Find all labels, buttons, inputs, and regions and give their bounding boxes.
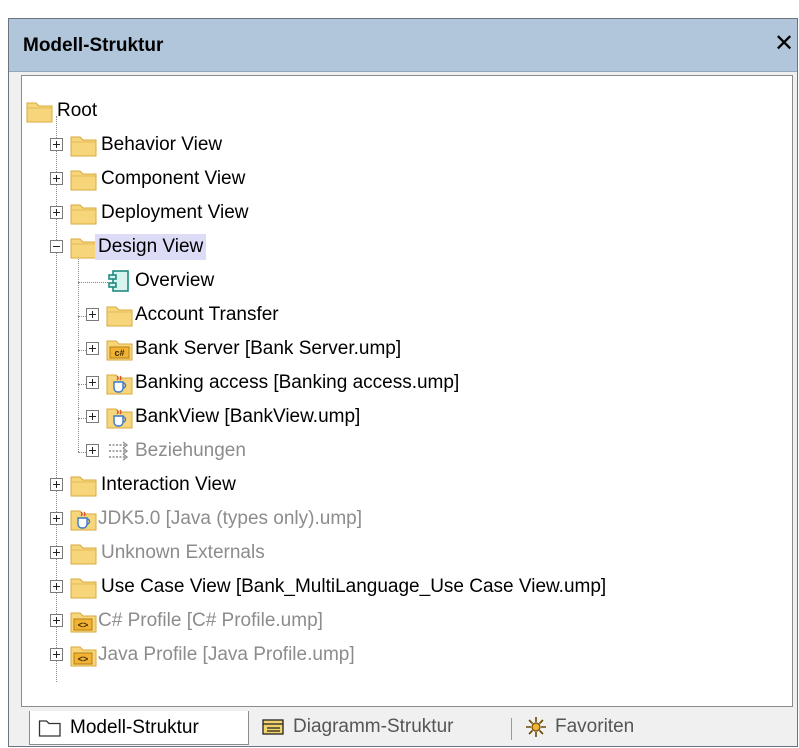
folder-icon <box>26 99 53 123</box>
tree-node-account-transfer[interactable]: Account Transfer <box>22 300 792 330</box>
collapse-icon[interactable] <box>50 240 63 253</box>
panel-title: Modell-Struktur <box>23 35 164 56</box>
tree-node-root[interactable]: Root <box>22 96 792 126</box>
expand-icon[interactable] <box>50 206 63 219</box>
close-icon[interactable]: ✕ <box>773 30 795 58</box>
tree-node-component-view[interactable]: Component View <box>22 164 792 194</box>
expand-icon[interactable] <box>86 376 99 389</box>
tree-node-label: Bank Server [Bank Server.ump] <box>135 338 402 359</box>
panel-titlebar: Modell-Struktur ✕ <box>9 19 797 72</box>
folder-icon <box>70 575 97 599</box>
tree-node-banking-access[interactable]: Banking access [Banking access.ump] <box>22 368 792 398</box>
tree-node-label: Design View <box>95 234 207 260</box>
tree-node-bank-server[interactable]: Bank Server [Bank Server.ump] <box>22 334 792 364</box>
java-package-icon <box>70 507 97 531</box>
component-diagram-icon <box>106 269 133 293</box>
tree-node-label: Banking access [Banking access.ump] <box>135 372 460 393</box>
tree-node-label: Interaction View <box>101 474 236 495</box>
model-tree-window: Modell-Struktur ✕ Root Behavior View Com… <box>8 18 798 747</box>
expand-icon[interactable] <box>50 512 63 525</box>
profile-package-icon <box>70 643 97 667</box>
folder-icon <box>70 133 97 157</box>
tree-node-csharp-profile[interactable]: C# Profile [C# Profile.ump] <box>22 606 792 636</box>
expand-icon[interactable] <box>86 308 99 321</box>
tree-node-beziehungen[interactable]: Beziehungen <box>22 436 792 466</box>
folder-icon <box>70 235 97 259</box>
tree-node-label: C# Profile [C# Profile.ump] <box>98 610 323 631</box>
tab-label: Modell-Struktur <box>70 716 199 738</box>
folder-outline-icon <box>38 719 61 737</box>
tab-label: Favoriten <box>555 716 635 737</box>
tree-node-label: Use Case View [Bank_MultiLanguage_Use Ca… <box>101 576 607 597</box>
tree-node-java-profile[interactable]: Java Profile [Java Profile.ump] <box>22 640 792 670</box>
java-package-icon <box>106 405 133 429</box>
tree-node-bankview[interactable]: BankView [BankView.ump] <box>22 402 792 432</box>
tree-node-overview[interactable]: Overview <box>22 266 792 296</box>
expand-icon[interactable] <box>50 614 63 627</box>
model-tree[interactable]: Root Behavior View Component View Deploy… <box>21 75 793 707</box>
tree-node-label: Overview <box>135 270 215 291</box>
folder-icon <box>70 541 97 565</box>
expand-icon[interactable] <box>50 546 63 559</box>
tree-node-design-view[interactable]: Design View <box>22 232 792 262</box>
tab-favoriten[interactable]: Favoriten <box>517 711 667 743</box>
expand-icon[interactable] <box>50 648 63 661</box>
folder-icon <box>70 167 97 191</box>
expand-icon[interactable] <box>86 342 99 355</box>
tree-node-jdk[interactable]: JDK5.0 [Java (types only).ump] <box>22 504 792 534</box>
tree-node-behavior-view[interactable]: Behavior View <box>22 130 792 160</box>
folder-icon <box>70 201 97 225</box>
tree-node-label: Java Profile [Java Profile.ump] <box>98 644 355 665</box>
relations-icon <box>106 439 133 463</box>
tree-node-unknown-externals[interactable]: Unknown Externals <box>22 538 792 568</box>
tree-node-label: BankView [BankView.ump] <box>135 406 361 427</box>
folder-icon <box>70 473 97 497</box>
tree-node-label: Behavior View <box>101 134 223 155</box>
folder-icon <box>106 303 133 327</box>
java-package-icon <box>106 371 133 395</box>
tree-node-label: Account Transfer <box>135 304 279 325</box>
tree-node-interaction-view[interactable]: Interaction View <box>22 470 792 500</box>
tree-node-label: Beziehungen <box>135 440 246 461</box>
profile-package-icon <box>70 609 97 633</box>
tree-node-label: JDK5.0 [Java (types only).ump] <box>98 508 362 529</box>
tab-diagramm-struktur[interactable]: Diagramm-Struktur <box>253 711 505 743</box>
csharp-package-icon <box>106 337 133 361</box>
expand-icon[interactable] <box>86 410 99 423</box>
expand-icon[interactable] <box>86 444 99 457</box>
tree-node-label: Deployment View <box>101 202 249 223</box>
diagram-tree-icon <box>262 719 284 735</box>
tree-node-label: Component View <box>101 168 246 189</box>
tree-node-deployment-view[interactable]: Deployment View <box>22 198 792 228</box>
tree-node-label: Root <box>57 100 98 121</box>
tab-modell-struktur[interactable]: Modell-Struktur <box>29 711 249 745</box>
favorites-icon <box>526 717 546 737</box>
tab-label: Diagramm-Struktur <box>293 716 454 737</box>
expand-icon[interactable] <box>50 172 63 185</box>
expand-icon[interactable] <box>50 138 63 151</box>
panel-tab-bar: Modell-Struktur Diagramm-Struktur Favori… <box>21 711 793 745</box>
tree-node-use-case-view[interactable]: Use Case View [Bank_MultiLanguage_Use Ca… <box>22 572 792 602</box>
expand-icon[interactable] <box>50 580 63 593</box>
tree-node-label: Unknown Externals <box>101 542 265 563</box>
tab-separator <box>511 718 512 740</box>
expand-icon[interactable] <box>50 478 63 491</box>
